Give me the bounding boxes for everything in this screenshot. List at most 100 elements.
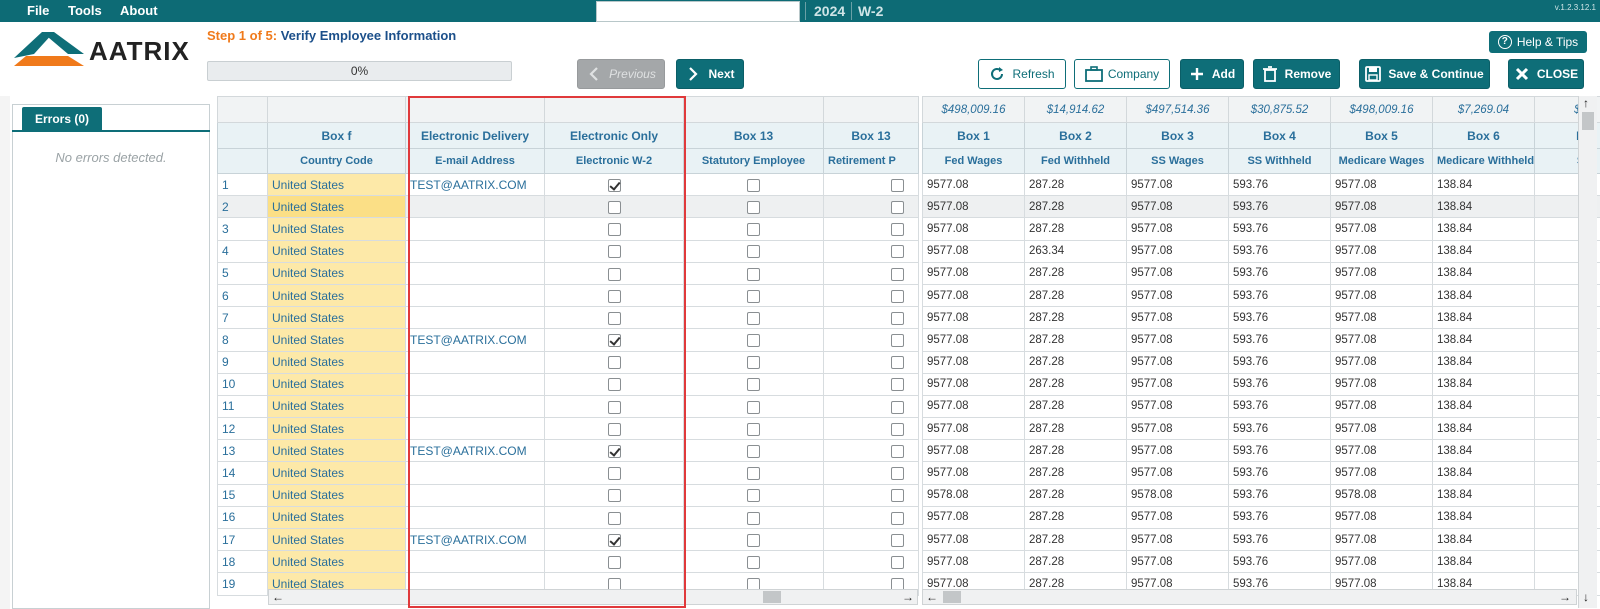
medicare-withheld-cell[interactable]: 138.84 <box>1432 195 1535 219</box>
statutory-employee-checkbox[interactable] <box>747 289 760 303</box>
col-box-1[interactable]: Box 1 <box>922 122 1025 149</box>
retirement-plan-checkbox[interactable] <box>891 467 904 481</box>
statutory-employee-checkbox[interactable] <box>747 489 760 503</box>
menu-tools[interactable]: Tools <box>68 3 102 18</box>
ss-wages-cell[interactable]: 9577.08 <box>1126 372 1229 396</box>
col-box-4[interactable]: Box 4 <box>1228 122 1331 149</box>
ss-withheld-cell[interactable]: 593.76 <box>1228 306 1331 330</box>
ss-wages-cell[interactable]: 9577.08 <box>1126 461 1229 485</box>
statutory-employee-checkbox[interactable] <box>747 356 760 370</box>
table-row[interactable]: 9577.08 287.28 9577.08 593.76 9577.08 138.84 <box>922 372 1600 396</box>
ss-withheld-cell[interactable]: 593.76 <box>1228 195 1331 219</box>
table-row[interactable]: 13 United States TEST@AATRIX.COM <box>217 439 919 463</box>
fed-wages-cell[interactable]: 9577.08 <box>922 217 1025 241</box>
retirement-plan-checkbox[interactable] <box>891 555 904 569</box>
country-code-cell[interactable]: United States <box>267 372 406 396</box>
fed-wages-cell[interactable]: 9577.08 <box>922 439 1025 463</box>
table-row[interactable]: 4 United States <box>217 239 919 263</box>
country-code-cell[interactable]: United States <box>267 439 406 463</box>
row-number[interactable]: 5 <box>217 261 268 285</box>
table-row[interactable]: 9577.08 287.28 9577.08 593.76 9577.08 138.84 <box>922 550 1600 574</box>
table-row[interactable]: 9577.08 287.28 9577.08 593.76 9577.08 138.84 <box>922 350 1600 374</box>
country-code-cell[interactable]: United States <box>267 306 406 330</box>
ss-wages-cell[interactable]: 9577.08 <box>1126 283 1229 308</box>
medicare-withheld-cell[interactable]: 138.84 <box>1432 527 1535 552</box>
next-button[interactable]: Next <box>676 59 744 89</box>
ss-withheld-cell[interactable]: 593.76 <box>1228 394 1331 419</box>
col-label-box-6[interactable]: Medicare Withheld <box>1432 148 1535 174</box>
scroll-left-arrow-icon[interactable]: ← <box>926 590 938 604</box>
ss-withheld-cell[interactable]: 593.76 <box>1228 328 1331 352</box>
fed-withheld-cell[interactable]: 287.28 <box>1024 550 1127 574</box>
medicare-withheld-cell[interactable]: 138.84 <box>1432 172 1535 197</box>
medicare-wages-cell[interactable]: 9577.08 <box>1330 505 1433 530</box>
fed-withheld-cell[interactable]: 287.28 <box>1024 461 1127 485</box>
ss-withheld-cell[interactable]: 593.76 <box>1228 505 1331 530</box>
fed-wages-cell[interactable]: 9577.08 <box>922 550 1025 574</box>
medicare-wages-cell[interactable]: 9577.08 <box>1330 439 1433 463</box>
company-button[interactable]: Company <box>1074 59 1170 89</box>
table-row[interactable]: 6 United States <box>217 283 919 308</box>
table-row[interactable]: 12 United States <box>217 417 919 441</box>
medicare-wages-cell[interactable]: 9577.08 <box>1330 461 1433 485</box>
ss-wages-cell[interactable]: 9577.08 <box>1126 350 1229 374</box>
retirement-plan-checkbox[interactable] <box>891 245 904 259</box>
ss-wages-cell[interactable]: 9577.08 <box>1126 306 1229 330</box>
col-label-box-5[interactable]: Medicare Wages <box>1330 148 1433 174</box>
ss-withheld-cell[interactable]: 593.76 <box>1228 372 1331 396</box>
medicare-withheld-cell[interactable]: 138.84 <box>1432 483 1535 507</box>
retirement-plan-checkbox[interactable] <box>891 356 904 370</box>
ss-withheld-cell[interactable]: 593.76 <box>1228 217 1331 241</box>
statutory-employee-checkbox[interactable] <box>747 267 760 281</box>
email-address-cell[interactable] <box>405 306 545 330</box>
row-number[interactable]: 8 <box>217 328 268 352</box>
fed-withheld-cell[interactable]: 287.28 <box>1024 483 1127 507</box>
medicare-wages-cell[interactable]: 9577.08 <box>1330 394 1433 419</box>
retirement-plan-checkbox[interactable] <box>891 511 904 525</box>
statutory-employee-checkbox[interactable] <box>747 311 760 325</box>
col-email-address[interactable]: E-mail Address <box>405 148 545 174</box>
statutory-employee-checkbox[interactable] <box>747 334 760 348</box>
ss-withheld-cell[interactable]: 593.76 <box>1228 239 1331 263</box>
medicare-withheld-cell[interactable]: 138.84 <box>1432 239 1535 263</box>
col-box-5[interactable]: Box 5 <box>1330 122 1433 149</box>
table-row[interactable]: 9577.08 287.28 9577.08 593.76 9577.08 138.84 <box>922 306 1600 330</box>
fed-wages-cell[interactable]: 9577.08 <box>922 261 1025 285</box>
fed-withheld-cell[interactable]: 287.28 <box>1024 261 1127 285</box>
table-row[interactable]: 10 United States <box>217 372 919 396</box>
table-row[interactable]: 15 United States <box>217 483 919 507</box>
row-number[interactable]: 3 <box>217 217 268 241</box>
ss-withheld-cell[interactable]: 593.76 <box>1228 417 1331 441</box>
row-number[interactable]: 4 <box>217 239 268 263</box>
country-code-cell[interactable]: United States <box>267 527 406 552</box>
retirement-plan-checkbox[interactable] <box>891 334 904 348</box>
electronic-w2-checkbox[interactable] <box>607 356 621 370</box>
fed-withheld-cell[interactable]: 287.28 <box>1024 328 1127 352</box>
electronic-w2-checkbox[interactable] <box>607 311 621 325</box>
col-box-13-retirement[interactable]: Box 13 <box>823 122 919 149</box>
add-button[interactable]: Add <box>1180 59 1244 89</box>
ss-wages-cell[interactable]: 9577.08 <box>1126 550 1229 574</box>
statutory-employee-checkbox[interactable] <box>747 223 760 237</box>
row-number[interactable]: 10 <box>217 372 268 396</box>
table-row[interactable]: 5 United States <box>217 261 919 285</box>
email-address-cell[interactable] <box>405 483 545 507</box>
col-statutory-employee[interactable]: Statutory Employee <box>683 148 824 174</box>
fed-wages-cell[interactable]: 9577.08 <box>922 417 1025 441</box>
country-code-cell[interactable]: United States <box>267 172 406 197</box>
scroll-right-arrow-icon[interactable]: → <box>902 590 914 604</box>
row-number[interactable]: 18 <box>217 550 268 574</box>
medicare-withheld-cell[interactable]: 138.84 <box>1432 217 1535 241</box>
ss-wages-cell[interactable]: 9577.08 <box>1126 195 1229 219</box>
remove-button[interactable]: Remove <box>1253 59 1340 89</box>
retirement-plan-checkbox[interactable] <box>891 289 904 303</box>
ss-withheld-cell[interactable]: 593.76 <box>1228 261 1331 285</box>
email-address-cell[interactable] <box>405 505 545 530</box>
electronic-w2-checkbox[interactable] <box>607 223 621 237</box>
statutory-employee-checkbox[interactable] <box>747 422 760 436</box>
country-code-cell[interactable]: United States <box>267 461 406 485</box>
statutory-employee-checkbox[interactable] <box>747 467 760 481</box>
fed-wages-cell[interactable]: 9577.08 <box>922 461 1025 485</box>
ss-withheld-cell[interactable]: 593.76 <box>1228 283 1331 308</box>
medicare-wages-cell[interactable]: 9577.08 <box>1330 283 1433 308</box>
